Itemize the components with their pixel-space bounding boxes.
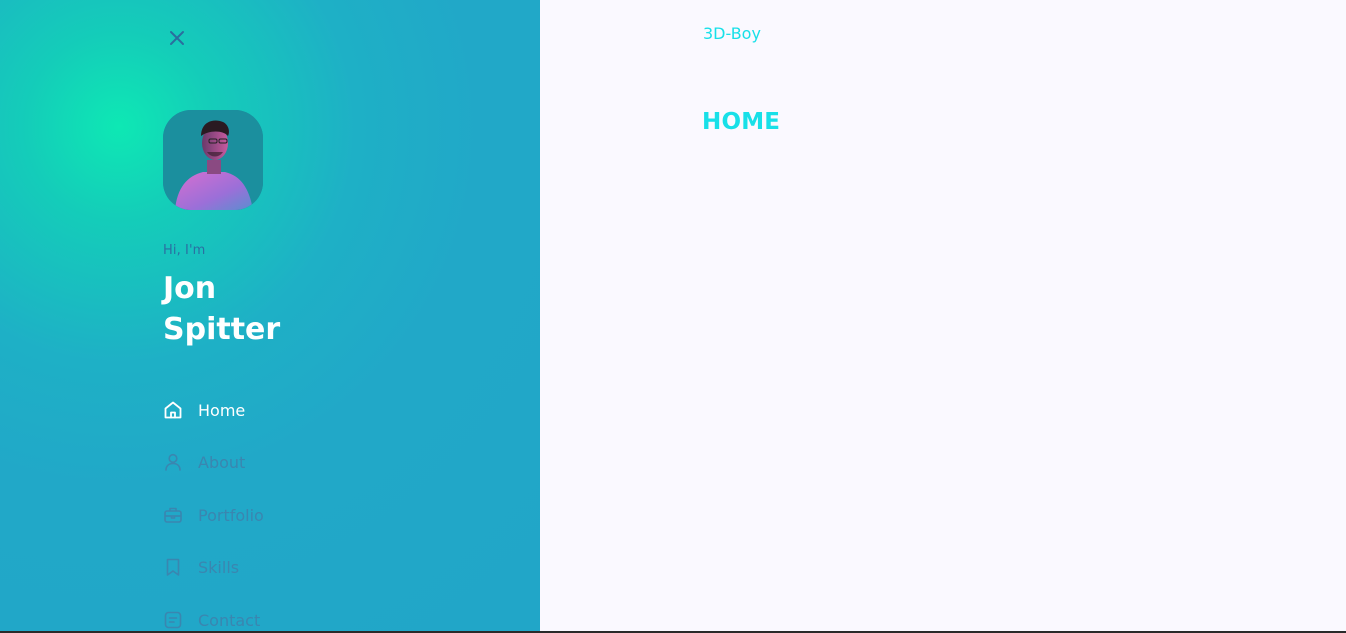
avatar: [163, 110, 263, 210]
message-icon: [163, 610, 183, 630]
user-icon: [163, 452, 183, 472]
nav-item-home[interactable]: Home: [163, 396, 323, 424]
profile-name: Jon Spitter: [163, 268, 363, 350]
home-icon: [163, 400, 183, 420]
nav-label-skills: Skills: [198, 557, 240, 577]
nav-item-portfolio[interactable]: Portfolio: [163, 501, 323, 529]
close-menu-button[interactable]: [165, 26, 189, 50]
nav-label-about: About: [198, 452, 246, 472]
sidebar: Hi, I'm Jon Spitter Home About Portfolio…: [0, 0, 540, 633]
nav-item-contact[interactable]: Contact: [163, 606, 323, 633]
main-content: 3D-Boy HOME: [540, 0, 1346, 633]
nav-label-contact: Contact: [198, 610, 261, 630]
first-name: Jon: [163, 271, 217, 306]
page-title: HOME: [702, 109, 781, 135]
bookmark-icon: [163, 557, 183, 577]
greeting-text: Hi, I'm: [163, 243, 206, 258]
last-name: Spitter: [163, 312, 281, 347]
brand-logo-text[interactable]: 3D-Boy: [703, 24, 761, 43]
nav-item-about[interactable]: About: [163, 448, 323, 476]
close-icon: [170, 31, 184, 45]
nav-label-home: Home: [198, 400, 246, 420]
profile-photo: [163, 110, 263, 210]
briefcase-icon: [163, 505, 183, 525]
nav-item-skills[interactable]: Skills: [163, 553, 323, 581]
nav-label-portfolio: Portfolio: [198, 505, 264, 525]
